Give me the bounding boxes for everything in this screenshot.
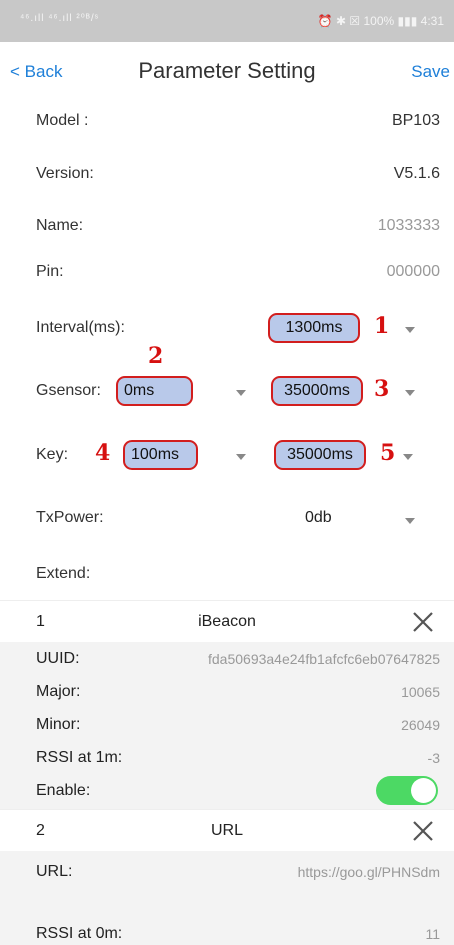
save-button[interactable]: Save	[411, 62, 450, 82]
gsensor-row: Gsensor: 0ms 35000ms 3	[0, 376, 454, 410]
version-value: V5.1.6	[393, 165, 440, 182]
interval-row: Interval(ms): 1300ms 1	[0, 313, 454, 347]
minor-label: Minor:	[36, 716, 81, 733]
slot1-type: iBeacon	[198, 613, 256, 630]
interval-label: Interval(ms):	[36, 319, 125, 336]
version-row: Version: V5.1.6	[0, 165, 454, 189]
close-icon[interactable]	[412, 611, 434, 633]
chevron-down-icon[interactable]	[405, 518, 415, 524]
marker-4: 4	[95, 440, 111, 466]
slot1-uuid-row: UUID: fda50693a4e24fb1afcfc6eb07647825	[0, 642, 454, 675]
slot1-rssi-row: RSSI at 1m: -3	[0, 741, 454, 774]
minor-value[interactable]: 26049	[401, 717, 440, 733]
battery-time-status: ⏰ ✱ ☒ 100% ▮▮▮ 4:31	[317, 14, 444, 28]
gsensor-value2-select[interactable]: 35000ms	[271, 376, 363, 406]
nav-bar: < Back Parameter Setting Save	[0, 42, 454, 102]
interval-select[interactable]: 1300ms	[268, 313, 360, 343]
slot1-enable-row: Enable:	[0, 774, 454, 809]
marker-1: 1	[374, 313, 390, 339]
key-row: Key: 4 100ms 35000ms 5	[0, 440, 454, 474]
txpower-select[interactable]: 0db	[305, 509, 332, 527]
chevron-down-icon[interactable]	[405, 390, 415, 396]
key-label: Key:	[36, 446, 69, 463]
slot2-header: 2 URL	[0, 809, 454, 851]
marker-5: 5	[380, 440, 396, 466]
marker-3: 3	[374, 376, 390, 402]
rssi-1m-value[interactable]: -3	[428, 750, 440, 766]
uuid-label: UUID:	[36, 650, 80, 667]
toggle-knob	[411, 778, 436, 803]
pin-input[interactable]: 000000	[387, 263, 440, 281]
slot2-url-row: URL: https://goo.gl/PHNSdm	[0, 851, 454, 891]
model-value: BP103	[391, 112, 440, 129]
txpower-label: TxPower:	[36, 509, 104, 526]
pin-label: Pin:	[36, 263, 64, 280]
gsensor-value1-select[interactable]: 0ms	[116, 376, 193, 406]
chevron-down-icon[interactable]	[236, 390, 246, 396]
page-title: Parameter Setting	[138, 58, 316, 83]
name-label: Name:	[36, 217, 84, 234]
signal-status: ⁴⁶.ıll ⁴⁶.ıll ²⁰ᴮ/ˢ	[20, 13, 100, 24]
url-value[interactable]: https://goo.gl/PHNSdm	[298, 864, 440, 880]
slot2-rssi-row: RSSI at 0m: 11	[0, 891, 454, 945]
key-value2-select[interactable]: 35000ms	[274, 440, 366, 470]
version-label: Version:	[36, 165, 94, 182]
rssi-0m-label: RSSI at 0m:	[36, 925, 123, 942]
major-value[interactable]: 10065	[401, 684, 440, 700]
txpower-row: TxPower: 0db	[0, 505, 454, 533]
enable-toggle[interactable]	[376, 776, 438, 805]
slot1-header: 1 iBeacon	[0, 600, 454, 642]
extend-label: Extend:	[36, 565, 91, 582]
rssi-0m-value[interactable]: 11	[425, 926, 440, 942]
chevron-down-icon[interactable]	[405, 327, 415, 333]
chevron-down-icon[interactable]	[236, 454, 246, 460]
close-icon[interactable]	[412, 820, 434, 842]
gsensor-label: Gsensor:	[36, 382, 101, 399]
chevron-down-icon[interactable]	[403, 454, 413, 460]
major-label: Major:	[36, 683, 81, 700]
slot2-type: URL	[210, 822, 243, 839]
model-label: Model :	[36, 112, 89, 129]
key-value1-select[interactable]: 100ms	[123, 440, 198, 470]
slot1-minor-row: Minor: 26049	[0, 708, 454, 741]
enable-label: Enable:	[36, 782, 91, 799]
status-bar: ⁴⁶.ıll ⁴⁶.ıll ²⁰ᴮ/ˢ ⏰ ✱ ☒ 100% ▮▮▮ 4:31	[0, 0, 454, 42]
name-row: Name: 1033333	[0, 217, 454, 241]
rssi-1m-label: RSSI at 1m:	[36, 749, 123, 766]
extend-row: Extend:	[0, 565, 454, 589]
url-label: URL:	[36, 863, 73, 880]
uuid-value[interactable]: fda50693a4e24fb1afcfc6eb07647825	[208, 651, 440, 667]
pin-row: Pin: 000000	[0, 263, 454, 287]
model-row: Model : BP103	[0, 112, 454, 136]
slot1-major-row: Major: 10065	[0, 675, 454, 708]
marker-2: 2	[148, 343, 164, 369]
name-input[interactable]: 1033333	[378, 217, 440, 235]
